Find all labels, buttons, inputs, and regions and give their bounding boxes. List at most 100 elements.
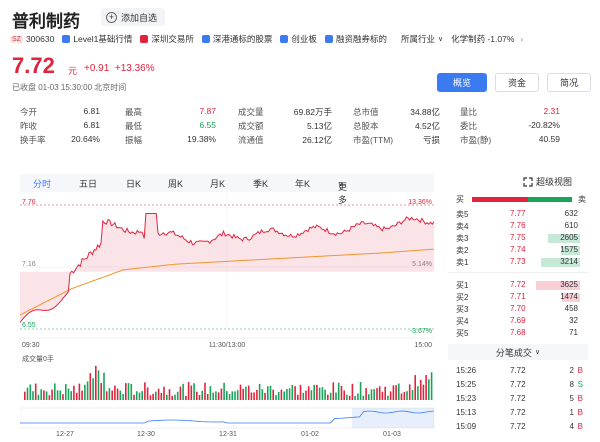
order-label: 买1 xyxy=(456,281,469,290)
tag-level1[interactable]: Level1基础行情 xyxy=(62,33,132,45)
trade-time: 15:25 xyxy=(456,380,477,389)
volume-bar xyxy=(253,392,255,400)
order-vol: 1474 xyxy=(560,292,578,301)
bid-row[interactable]: 买3 7.70 458 xyxy=(448,304,588,316)
order-label: 卖2 xyxy=(456,246,469,255)
ask-row[interactable]: 卖5 7.77 632 xyxy=(448,209,588,221)
volume-bar xyxy=(190,385,193,400)
period-tab-yearly[interactable]: 年K xyxy=(295,177,310,190)
trade-price: 7.72 xyxy=(510,422,526,431)
volume-bar xyxy=(376,388,378,400)
stat-value: 6.81 xyxy=(83,106,100,116)
order-price: 7.70 xyxy=(510,304,526,313)
tag-szhk-connect[interactable]: 深港通标的股票 xyxy=(201,33,272,45)
navigator-selection[interactable] xyxy=(352,408,434,428)
stat-label: 振幅 xyxy=(125,135,143,145)
ask-row[interactable]: 卖1 7.73 3214 xyxy=(448,257,588,269)
volume-bar xyxy=(78,383,81,400)
bid-row[interactable]: 买2 7.71 1474 xyxy=(448,292,588,304)
tab-profile[interactable]: 简况 xyxy=(547,73,591,92)
period-tab-5day[interactable]: 五日 xyxy=(79,177,97,190)
volume-bar xyxy=(103,372,105,400)
volume-bar xyxy=(122,394,124,400)
volume-bar xyxy=(105,391,108,400)
trade-price: 7.72 xyxy=(510,394,526,403)
order-price: 7.68 xyxy=(510,328,526,337)
trade-row: 15:13 7.72 1 B xyxy=(448,408,588,420)
order-price: 7.75 xyxy=(510,233,526,242)
add-watchlist-button[interactable]: + 添加自选 xyxy=(101,8,166,26)
order-label: 买5 xyxy=(456,329,469,338)
volume-bar xyxy=(67,388,70,400)
order-vol: 32 xyxy=(569,316,578,325)
order-vol: 3214 xyxy=(560,257,578,266)
volume-bar xyxy=(220,388,223,400)
stat-label: 昨收 xyxy=(20,121,38,131)
volume-bar xyxy=(340,385,343,400)
volume-bar xyxy=(231,391,234,400)
volume-bar xyxy=(408,384,411,400)
volume-bar xyxy=(187,382,190,400)
stat-value: 2.31 xyxy=(543,106,560,116)
date-navigator[interactable]: 12-27 12-30 12-31 01-02 01-03 xyxy=(20,407,435,438)
volume-bar xyxy=(297,394,299,400)
volume-bar xyxy=(286,389,288,400)
tag-chinext[interactable]: 创业板 xyxy=(280,33,317,45)
volume-bar xyxy=(305,390,307,400)
volume-bar xyxy=(239,384,242,400)
tab-funds[interactable]: 资金 xyxy=(495,73,539,92)
period-tab-daily[interactable]: 日K xyxy=(126,177,141,190)
stat-label: 成交量 xyxy=(238,107,264,117)
industry-link[interactable]: 化学制药 -1.07% › xyxy=(451,33,523,45)
square-icon xyxy=(280,35,289,43)
volume-bar xyxy=(299,384,302,400)
volume-bar xyxy=(354,395,356,400)
industry-dropdown[interactable]: 所属行业 ∨ xyxy=(401,33,443,45)
trade-price: 7.72 xyxy=(510,366,526,375)
stat-value: 19.38% xyxy=(187,134,216,144)
ask-row[interactable]: 卖2 7.74 1575 xyxy=(448,245,588,257)
bid-row[interactable]: 买1 7.72 3625 xyxy=(448,280,588,292)
trade-dir: B xyxy=(577,408,583,417)
volume-bar xyxy=(125,383,127,400)
stat-value: 5.13亿 xyxy=(306,121,332,131)
stat-label: 今开 xyxy=(20,107,38,117)
order-price: 7.76 xyxy=(510,221,526,230)
period-tab-monthly[interactable]: 月K xyxy=(210,177,225,190)
volume-bar xyxy=(149,395,152,400)
tab-overview[interactable]: 概览 xyxy=(437,73,487,92)
stock-code: 300630 xyxy=(25,34,55,44)
tag-margin[interactable]: 融资融券标的 xyxy=(324,33,387,45)
volume-bar xyxy=(357,393,359,400)
super-chart-button[interactable]: 超级视图 xyxy=(523,175,572,188)
stat-value: 6.55 xyxy=(199,120,216,130)
volume-bar xyxy=(133,394,135,400)
period-tab-intraday[interactable]: 分时 xyxy=(33,177,51,190)
tag-szse[interactable]: 深圳交易所 xyxy=(140,33,194,45)
stat-value: 亏损 xyxy=(422,135,440,145)
volume-bar xyxy=(135,391,138,400)
volume-bar xyxy=(327,394,329,400)
volume-bar xyxy=(166,394,168,400)
volume-bar xyxy=(419,379,422,400)
bid-row[interactable]: 买4 7.69 32 xyxy=(448,316,588,328)
ask-row[interactable]: 卖4 7.76 610 xyxy=(448,221,588,233)
volume-bar xyxy=(280,389,283,400)
ask-row[interactable]: 卖3 7.75 2605 xyxy=(448,233,588,245)
volume-bar xyxy=(228,394,231,400)
plus-circle-icon: + xyxy=(106,11,117,23)
volume-bar xyxy=(160,393,163,400)
trades-header[interactable]: 分笔成交 ∨ xyxy=(448,344,588,360)
order-label: 卖4 xyxy=(456,222,469,231)
volume-bar xyxy=(250,392,253,400)
buy-ratio-bar xyxy=(472,197,528,202)
time-label-close: 15:00 xyxy=(414,342,432,349)
intraday-chart[interactable]: 7.76 7.16 6.55 13.36% 5.14% -3.67% 09:30… xyxy=(20,195,440,442)
period-tab-weekly[interactable]: 周K xyxy=(168,177,183,190)
volume-bar xyxy=(141,391,143,400)
period-tab-quarterly[interactable]: 季K xyxy=(253,177,268,190)
date-label-1227: 12-27 xyxy=(56,431,74,438)
chevron-down-icon: ∨ xyxy=(534,349,541,356)
sell-ratio-bar xyxy=(528,197,572,202)
bid-row[interactable]: 买5 7.68 71 xyxy=(448,328,588,340)
